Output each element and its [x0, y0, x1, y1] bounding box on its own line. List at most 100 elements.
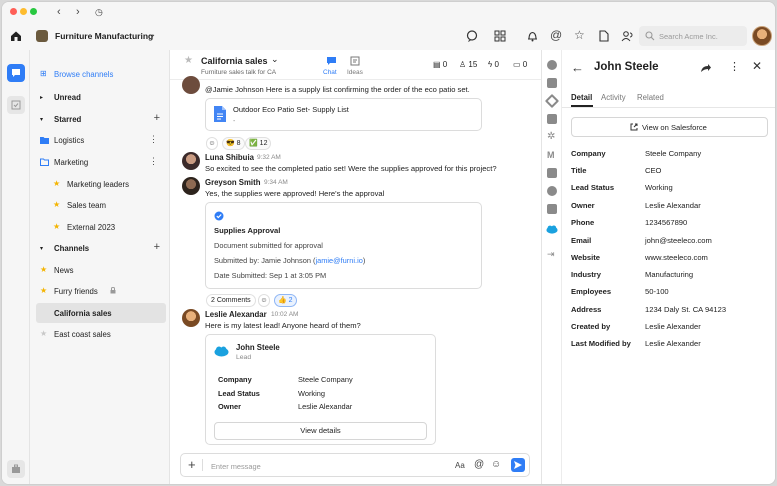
calendar-app-icon[interactable] [547, 168, 557, 178]
tab-related[interactable]: Related [637, 93, 664, 102]
document-icon[interactable] [599, 30, 609, 42]
members-count-value: 15 [468, 60, 478, 69]
rail-apps-button[interactable] [7, 460, 25, 478]
integrations-strip: ✲ M ⇥ [542, 50, 562, 484]
sidebar-item-logistics[interactable]: Logistics ⋮ [36, 130, 166, 150]
user-avatar[interactable] [752, 26, 772, 46]
starred-section[interactable]: ▾ Starred + [36, 109, 166, 129]
pinned-count[interactable]: ▤ 0 [433, 60, 447, 69]
star-outline-icon[interactable]: ★ [184, 55, 193, 66]
salesforce-cloud-icon[interactable] [546, 225, 558, 234]
more-vertical-icon[interactable]: ⋮ [149, 156, 158, 167]
add-channel-icon[interactable]: + [154, 241, 160, 253]
chat-app-icon[interactable] [547, 60, 557, 70]
rail-chat-button[interactable] [7, 64, 25, 82]
gear-icon[interactable]: ✲ [547, 132, 557, 142]
forward-arrow-icon[interactable]: › [76, 6, 80, 18]
sidebar-item-marketing[interactable]: Marketing ⋮ [36, 152, 166, 172]
unread-section[interactable]: ▸ Unread [36, 87, 166, 107]
app-window: ‹ › ◷ Furniture Manufacturing ⌄ @ ☆ Sear… [1, 1, 776, 485]
approval-card[interactable]: Supplies Approval Document submitted for… [205, 202, 482, 289]
people-icon[interactable] [621, 30, 634, 42]
tab-activity[interactable]: Activity [601, 93, 626, 102]
members-count[interactable]: ♙ 15 [459, 60, 477, 69]
box-app-icon[interactable] [547, 114, 557, 124]
share-icon[interactable] [700, 63, 712, 73]
more-vertical-icon[interactable]: ⋮ [149, 134, 158, 145]
message-composer[interactable]: + Enter message Aa @ ☺ [180, 453, 530, 477]
channel-sidebar: ⊞ Browse channels ▸ Unread ▾ Starred + L… [30, 50, 170, 484]
mentions-at-icon[interactable]: @ [550, 29, 562, 41]
add-starred-icon[interactable]: + [154, 112, 160, 124]
drive-icon[interactable] [544, 93, 560, 109]
comments-button[interactable]: 2 Comments [206, 294, 256, 307]
cloud-app-icon[interactable] [547, 186, 557, 196]
avatar[interactable] [182, 76, 200, 94]
chevron-down-icon[interactable]: ⌄ [271, 54, 279, 65]
more-vertical-icon[interactable]: ⋮ [729, 60, 740, 73]
lead-card[interactable]: John Steele Lead Company Steele Company … [205, 334, 436, 445]
close-icon[interactable]: ✕ [752, 59, 762, 73]
sidebar-item-news[interactable]: ★ News [36, 260, 166, 280]
message-author[interactable]: Greyson Smith [205, 178, 260, 187]
tab-ideas[interactable]: Ideas [347, 69, 363, 76]
close-window-button[interactable] [10, 8, 17, 15]
reaction-thumbs-up[interactable]: 👍 2 [274, 294, 297, 307]
gmail-icon[interactable]: M [547, 150, 557, 160]
plus-icon[interactable]: + [188, 457, 196, 472]
avatar[interactable] [182, 177, 200, 195]
home-icon[interactable] [10, 30, 22, 42]
back-arrow-icon[interactable]: ← [571, 60, 584, 75]
text-format-button[interactable]: Aa [455, 461, 465, 470]
channel-title[interactable]: California sales [201, 56, 268, 66]
sidebar-item-sales-team[interactable]: ★ Sales team [36, 195, 166, 215]
files-count[interactable]: ▭ 0 [513, 60, 527, 69]
message-author[interactable]: Luna Shibuia [205, 153, 254, 162]
apps-grid-icon[interactable] [494, 30, 506, 42]
sidebar-item-california-sales[interactable]: California sales [36, 303, 166, 323]
chevron-down-icon[interactable]: ⌄ [148, 29, 156, 40]
composer-divider [202, 459, 203, 471]
sidebar-item-external-2023[interactable]: ★ External 2023 [36, 217, 166, 237]
tab-detail[interactable]: Detail [571, 93, 592, 102]
collapse-panel-icon[interactable]: ⇥ [547, 249, 555, 260]
chat-pane: ★ California sales ⌄ Furniture sales tal… [170, 50, 542, 484]
minimize-window-button[interactable] [20, 8, 27, 15]
file-attachment[interactable]: Outdoor Eco Patio Set- Supply List - [205, 98, 482, 131]
view-on-salesforce-button[interactable]: View on Salesforce [571, 117, 768, 137]
star-outline-icon[interactable]: ☆ [574, 29, 585, 41]
channels-section[interactable]: ▾ Channels + [36, 238, 166, 258]
notes-app-icon[interactable] [547, 204, 557, 214]
add-reaction-button[interactable]: ☺ [258, 294, 270, 307]
history-clock-icon[interactable]: ◷ [95, 6, 103, 18]
composer-placeholder[interactable]: Enter message [211, 462, 261, 471]
huddle-icon[interactable] [466, 30, 479, 42]
workspace-name[interactable]: Furniture Manufacturing [55, 31, 153, 41]
threads-count[interactable]: ϟ 0 [488, 60, 499, 69]
submitter-email-link[interactable]: jamie@furni.io [315, 256, 362, 265]
rail-tasks-button[interactable] [7, 96, 25, 114]
sidebar-item-marketing-leaders[interactable]: ★ Marketing leaders [36, 174, 166, 194]
search-input[interactable]: Search Acme Inc. [639, 26, 747, 46]
field-value: Leslie Alexandar [645, 201, 701, 210]
reaction-sunglasses[interactable]: 😎 8 [222, 137, 245, 150]
sidebar-item-east-coast-sales[interactable]: ★ East coast sales [36, 324, 166, 344]
avatar[interactable] [182, 309, 200, 327]
message-author[interactable]: Leslie Alexandar [205, 310, 267, 319]
back-arrow-icon[interactable]: ‹ [57, 6, 61, 18]
avatar[interactable] [182, 152, 200, 170]
view-details-button[interactable]: View details [214, 422, 427, 440]
browse-channels-link[interactable]: ⊞ Browse channels [36, 64, 166, 84]
email-link[interactable]: john@steeleco.com [645, 236, 712, 245]
send-button[interactable] [511, 458, 525, 472]
maximize-window-button[interactable] [30, 8, 37, 15]
task-app-icon[interactable] [547, 78, 557, 88]
tab-chat[interactable]: Chat [323, 69, 337, 76]
bell-icon[interactable] [527, 30, 538, 42]
mention-at-icon[interactable]: @ [474, 459, 484, 470]
add-reaction-button[interactable]: ☺ [206, 137, 218, 150]
sidebar-item-furry-friends[interactable]: ★ Furry friends [36, 281, 166, 301]
website-link[interactable]: www.steeleco.com [645, 253, 708, 262]
reaction-check[interactable]: ✅ 12 [245, 137, 272, 150]
emoji-icon[interactable]: ☺ [491, 459, 501, 470]
